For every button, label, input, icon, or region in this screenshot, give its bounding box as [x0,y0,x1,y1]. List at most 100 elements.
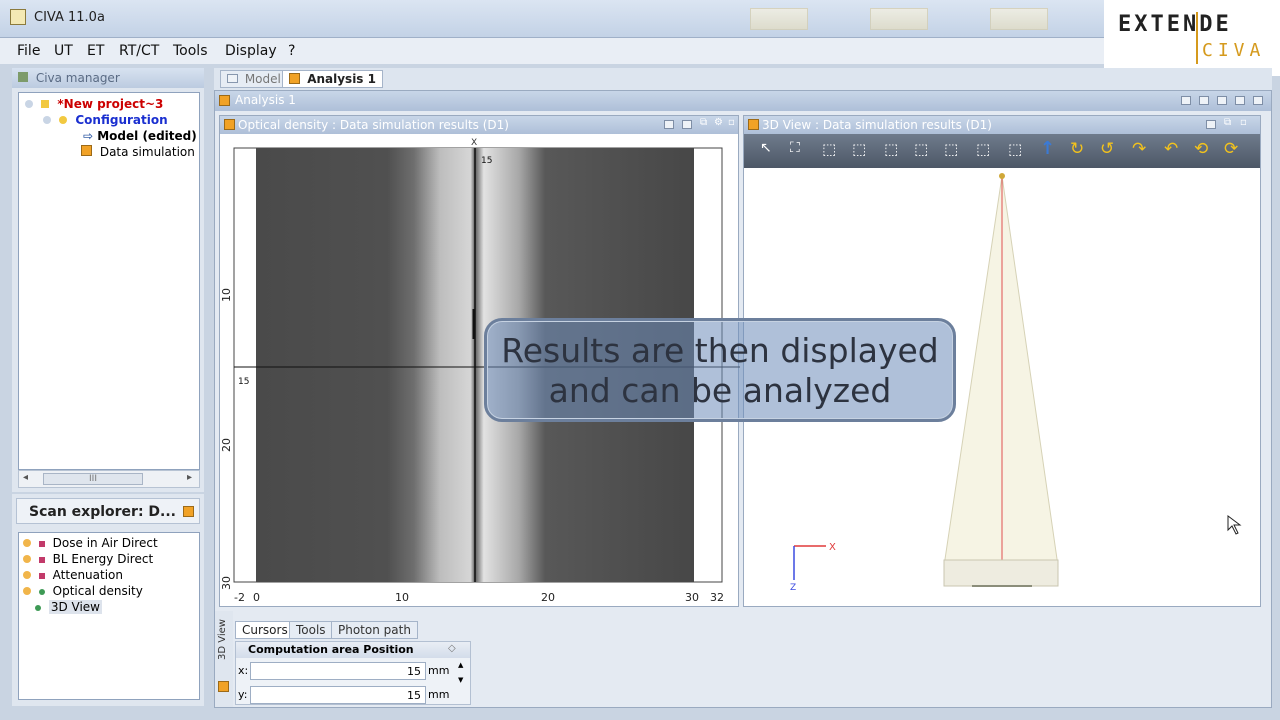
up-axis-icon[interactable]: ↑ [1040,138,1062,160]
scroll-right-icon[interactable]: ▸ [187,472,192,483]
cursor-label-y: 15 [238,377,249,387]
panel-float-icon[interactable]: ⧉ [1224,117,1231,128]
rotate-4-icon[interactable]: ↶ [1164,139,1186,161]
app-icon [10,9,26,25]
view-cube-top-icon[interactable]: ⬚ [944,140,966,162]
project-icon [41,100,50,108]
panel-settings-icon[interactable]: ⚙ [714,117,723,128]
scan-item-dose[interactable]: Dose in Air Direct [23,536,158,550]
side-tab-icon [218,681,229,692]
undo-icon[interactable]: ⟲ [1194,139,1216,161]
civa-manager-header: Civa manager [12,68,204,88]
tree-item-configuration[interactable]: Configuration [43,113,168,127]
maximize-icon[interactable] [1217,96,1227,105]
scroll-thumb[interactable]: III [43,473,143,485]
tree-label-data-simulation: Data simulation res [99,145,199,159]
tree-label-model: Model (edited) [97,129,197,143]
expand-icon[interactable] [23,587,31,595]
select-pointer-icon[interactable]: ↖ [760,140,782,162]
status-dot-icon [35,605,41,611]
minimize-icon[interactable] [1181,96,1191,105]
tile-icon[interactable] [1235,96,1245,105]
scan-item-3d-view[interactable]: 3D View [35,600,102,614]
ghost-button-3 [990,8,1048,30]
rotate-3-icon[interactable]: ↷ [1132,139,1154,161]
rotate-2-icon[interactable]: ↺ [1100,139,1122,161]
x-position-input[interactable] [250,662,426,680]
tab-cursors[interactable]: Cursors [235,621,295,639]
tab-model-label: Model [244,72,281,86]
side-tab-3d-view[interactable]: 3D View [215,611,233,707]
panel-minimize-icon[interactable] [664,120,674,129]
redo-icon[interactable]: ⟳ [1224,139,1246,161]
panel-close-icon[interactable]: ▫ [1240,117,1247,128]
menu-et[interactable]: ET [87,43,104,59]
scroll-left-icon[interactable]: ◂ [23,472,28,483]
panel-minimize-icon[interactable] [1206,120,1216,129]
menu-file[interactable]: File [17,43,40,59]
scan-item-label: Attenuation [52,568,123,582]
fit-view-icon[interactable]: ⛶ [790,140,812,162]
scan-item-label: Dose in Air Direct [52,536,158,550]
logo-divider [1196,12,1198,64]
panel-float-icon[interactable]: ⧉ [700,117,707,128]
analysis-icon [219,95,230,106]
logo-text-bottom: CIVA [1202,40,1266,61]
tree-item-data-simulation[interactable]: Data simulation res [81,145,199,159]
x-tick-label: 20 [541,591,555,604]
tab-model[interactable]: Model [220,70,288,88]
ghost-button-2 [870,8,928,30]
tab-analysis-1[interactable]: Analysis 1 [282,70,383,88]
tree-item-project[interactable]: *New project~3 [25,97,163,111]
panel-close-icon[interactable]: ▫ [728,117,735,128]
close-window-icon[interactable] [1253,96,1263,105]
expand-icon[interactable] [23,539,31,547]
restore-icon[interactable] [1199,96,1209,105]
expand-icon[interactable] [43,116,51,124]
ghost-button-1 [750,8,808,30]
mouse-cursor-icon [1227,515,1242,535]
view-cube-iso-icon[interactable]: ⬚ [1008,140,1030,162]
scan-item-label: 3D View [48,600,102,614]
window-title: CIVA 11.0a [34,10,105,25]
expand-icon[interactable] [25,100,33,108]
tab-tools[interactable]: Tools [289,621,333,639]
panel-restore-icon[interactable] [682,120,692,129]
menu-rtct[interactable]: RT/CT [119,43,159,59]
analysis-window-header: Analysis 1 [215,91,1271,111]
tree-hscrollbar[interactable]: ◂ III ▸ [18,470,200,488]
menu-tools[interactable]: Tools [173,43,208,59]
scan-item-bl-energy[interactable]: BL Energy Direct [23,552,153,566]
analysis-window-title: Analysis 1 [235,93,296,107]
view-cube-front-icon[interactable]: ⬚ [822,140,844,162]
cursor-marker-x: X [471,138,477,148]
view-cube-right-icon[interactable]: ⬚ [914,140,936,162]
menu-ut[interactable]: UT [54,43,73,59]
expand-icon[interactable] [23,571,31,579]
collapse-icon[interactable]: ◇ [448,643,456,654]
x-stepper-up-icon[interactable]: ▲ [458,661,463,669]
scan-explorer-icon[interactable] [183,506,194,517]
scan-item-attenuation[interactable]: Attenuation [23,568,123,582]
specimen-block [943,559,1059,587]
menu-display[interactable]: Display [225,43,277,59]
tutorial-callout: Results are then displayed and can be an… [484,318,956,422]
view-cube-bottom-icon[interactable]: ⬚ [976,140,998,162]
view-cube-back-icon[interactable]: ⬚ [852,140,874,162]
computation-area-header: Computation area Position ◇ [236,642,470,658]
y-position-input[interactable] [250,686,426,704]
civa-manager-icon [18,72,28,82]
tree-label-configuration: Configuration [75,113,168,127]
cone-beam [943,175,1059,567]
tree-item-model[interactable]: ⇨ Model (edited) [83,129,197,143]
x-stepper-down-icon[interactable]: ▼ [458,676,463,684]
expand-icon[interactable] [23,555,31,563]
computation-area-panel: Computation area Position ◇ x: mm ▲ y: m… [235,641,471,705]
scan-item-optical-density[interactable]: Optical density [23,584,143,598]
x-tick-label: 10 [395,591,409,604]
x-tick-label: 32 [710,591,724,604]
tab-photon-path[interactable]: Photon path [331,621,418,639]
menu-help[interactable]: ? [288,43,295,59]
view-cube-left-icon[interactable]: ⬚ [884,140,906,162]
rotate-1-icon[interactable]: ↻ [1070,139,1092,161]
